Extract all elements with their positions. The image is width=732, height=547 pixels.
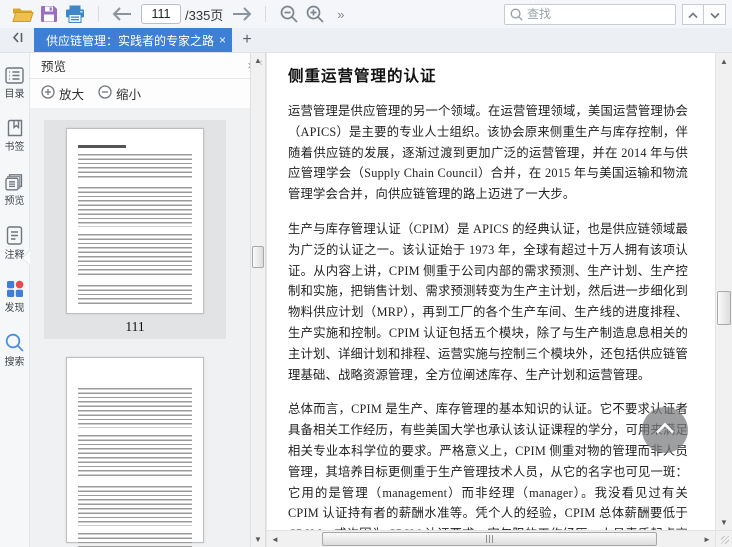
chevron-up-icon <box>688 7 698 22</box>
sidebar-item-label: 目录 <box>4 88 25 100</box>
magnifier-plus-icon <box>306 5 324 23</box>
next-page-button[interactable] <box>229 2 255 26</box>
sidebar-item-label: 发现 <box>4 302 25 314</box>
sidebar-item-toc[interactable]: 目录 <box>0 67 30 101</box>
thumbnail-list: 111 112 <box>30 108 265 547</box>
discover-grid-icon <box>6 280 24 300</box>
previous-page-button[interactable] <box>109 2 135 26</box>
circle-plus-icon <box>41 85 55 102</box>
preview-pages-icon <box>5 172 24 193</box>
scroll-up-arrow-icon[interactable]: ▲ <box>716 53 732 69</box>
preview-panel-header: 预览 × <box>30 53 265 79</box>
zoom-in-label: 放大 <box>59 88 85 102</box>
thumbnail-zoom-in-button[interactable]: 放大 <box>41 84 84 103</box>
search-magnifier-icon <box>5 333 24 354</box>
horizontal-scrollbar-thumb[interactable] <box>322 532 657 546</box>
active-panel-notch <box>23 251 30 265</box>
document-view: ‹ 侧重运营管理的认证 运营管理是供应管理的另一个领域。在运营管理领域，美国运营… <box>259 53 732 547</box>
sidebar-item-discover[interactable]: 发现 <box>0 280 30 315</box>
document-paragraph: 总体而言，CPIM 是生产、库存管理的基本知识的认证。它不要求认证者具备相关工作… <box>288 402 688 530</box>
chevron-down-icon <box>709 7 720 22</box>
arrow-left-icon <box>112 7 132 21</box>
preview-zoom-controls: 放大 缩小 <box>30 79 265 108</box>
document-heading: 侧重运营管理的认证 <box>288 68 437 85</box>
sidebar-item-label: 预览 <box>4 195 25 207</box>
vertical-scrollbar-thumb[interactable] <box>717 291 731 325</box>
sidebar-item-preview[interactable]: 预览 <box>0 172 30 208</box>
document-paragraph: 生产与库存管理认证（CPIM）是 APICS 的经典认证，也是供应链领域最为广泛… <box>288 221 688 382</box>
toolbar-divider <box>98 6 99 22</box>
print-button[interactable] <box>62 2 88 26</box>
zoom-in-button[interactable] <box>302 2 328 26</box>
sidebar-item-search[interactable]: 搜索 <box>0 333 30 369</box>
bookmark-book-icon <box>6 119 24 139</box>
pdf-reader-window: /335页 » <box>0 0 732 547</box>
scroll-left-arrow-icon[interactable]: ◄ <box>267 531 283 547</box>
zoom-out-button[interactable] <box>276 2 302 26</box>
toc-list-icon <box>5 67 24 86</box>
main-area: 目录 书签 预览 注释 发现 搜索 预览 放大 缩小 111 ▲ ▼ ‹ 侧重运… <box>0 53 732 547</box>
toolbar-divider <box>265 6 267 22</box>
scroll-down-arrow-icon[interactable]: ▼ <box>251 532 265 547</box>
thumbnail-zoom-out-button[interactable]: 缩小 <box>98 84 141 103</box>
circle-minus-icon <box>98 85 112 102</box>
sidebar-item-label: 注释 <box>4 249 25 261</box>
thumbnail-page-112[interactable]: 112 <box>44 349 226 547</box>
zoom-out-label: 缩小 <box>116 88 142 102</box>
annotation-page-icon <box>6 226 23 247</box>
panel-collapse-icon[interactable]: ‹ <box>259 57 263 69</box>
sidebar-item-label: 书签 <box>4 141 25 153</box>
tab-bar: 供应链管理：实践者的专家之路 × + <box>0 28 732 53</box>
vertical-scrollbar[interactable]: ▲ ▼ <box>715 53 732 530</box>
printer-icon <box>65 5 85 23</box>
find-previous-button[interactable] <box>682 3 704 25</box>
document-page[interactable]: 侧重运营管理的认证 运营管理是供应管理的另一个领域。在运营管理领域，美国运营管理… <box>267 53 715 530</box>
scroll-right-arrow-icon[interactable]: ► <box>699 531 715 547</box>
chevron-up-icon <box>655 421 675 439</box>
save-floppy-icon <box>40 5 58 23</box>
scrollbar-grip <box>485 535 494 543</box>
main-toolbar: /335页 » <box>0 0 732 28</box>
page-number-input[interactable] <box>141 4 181 24</box>
tab-close-icon[interactable]: × <box>219 34 226 46</box>
preview-scrollbar-thumb[interactable] <box>252 246 264 268</box>
scroll-down-arrow-icon[interactable]: ▼ <box>716 514 732 530</box>
search-input[interactable] <box>527 7 670 21</box>
back-to-top-button[interactable] <box>642 407 688 453</box>
arrow-right-icon <box>232 7 252 21</box>
chevron-left-bar-icon <box>11 31 24 49</box>
thumbnail-preview-image <box>66 128 204 314</box>
search-box[interactable] <box>504 3 676 25</box>
sidebar-item-label: 搜索 <box>4 356 25 368</box>
preview-scrollbar[interactable]: ▲ ▼ <box>250 53 265 547</box>
thumbnail-page-111[interactable]: 111 <box>44 120 226 339</box>
save-button[interactable] <box>36 2 62 26</box>
more-tools-button[interactable]: » <box>328 2 354 26</box>
document-tab[interactable]: 供应链管理：实践者的专家之路 × <box>34 28 233 52</box>
preview-panel: 预览 × 放大 缩小 <box>30 53 266 547</box>
preview-panel-title: 预览 <box>41 60 67 74</box>
magnifier-minus-icon <box>280 5 298 23</box>
thumbnail-preview-image <box>66 357 204 547</box>
open-file-button[interactable] <box>10 2 36 26</box>
horizontal-scrollbar[interactable]: ◄ ► <box>267 530 715 547</box>
page-total-label: /335页 <box>185 7 224 23</box>
left-sidebar: 目录 书签 预览 注释 发现 搜索 <box>0 53 30 547</box>
scrollbar-corner-resize-grip <box>715 530 732 547</box>
sidebar-item-bookmarks[interactable]: 书签 <box>0 119 30 154</box>
new-tab-button[interactable]: + <box>232 28 262 52</box>
tab-title: 供应链管理：实践者的专家之路 <box>46 33 215 48</box>
find-next-button[interactable] <box>704 3 726 25</box>
scroll-tabs-left-button[interactable] <box>0 28 34 52</box>
open-folder-icon <box>12 6 34 23</box>
thumbnail-page-number: 111 <box>125 319 145 334</box>
search-icon <box>510 8 523 21</box>
document-paragraph: 运营管理是供应管理的另一个领域。在运营管理领域，美国运营管理协会（APICS）是… <box>288 104 688 202</box>
